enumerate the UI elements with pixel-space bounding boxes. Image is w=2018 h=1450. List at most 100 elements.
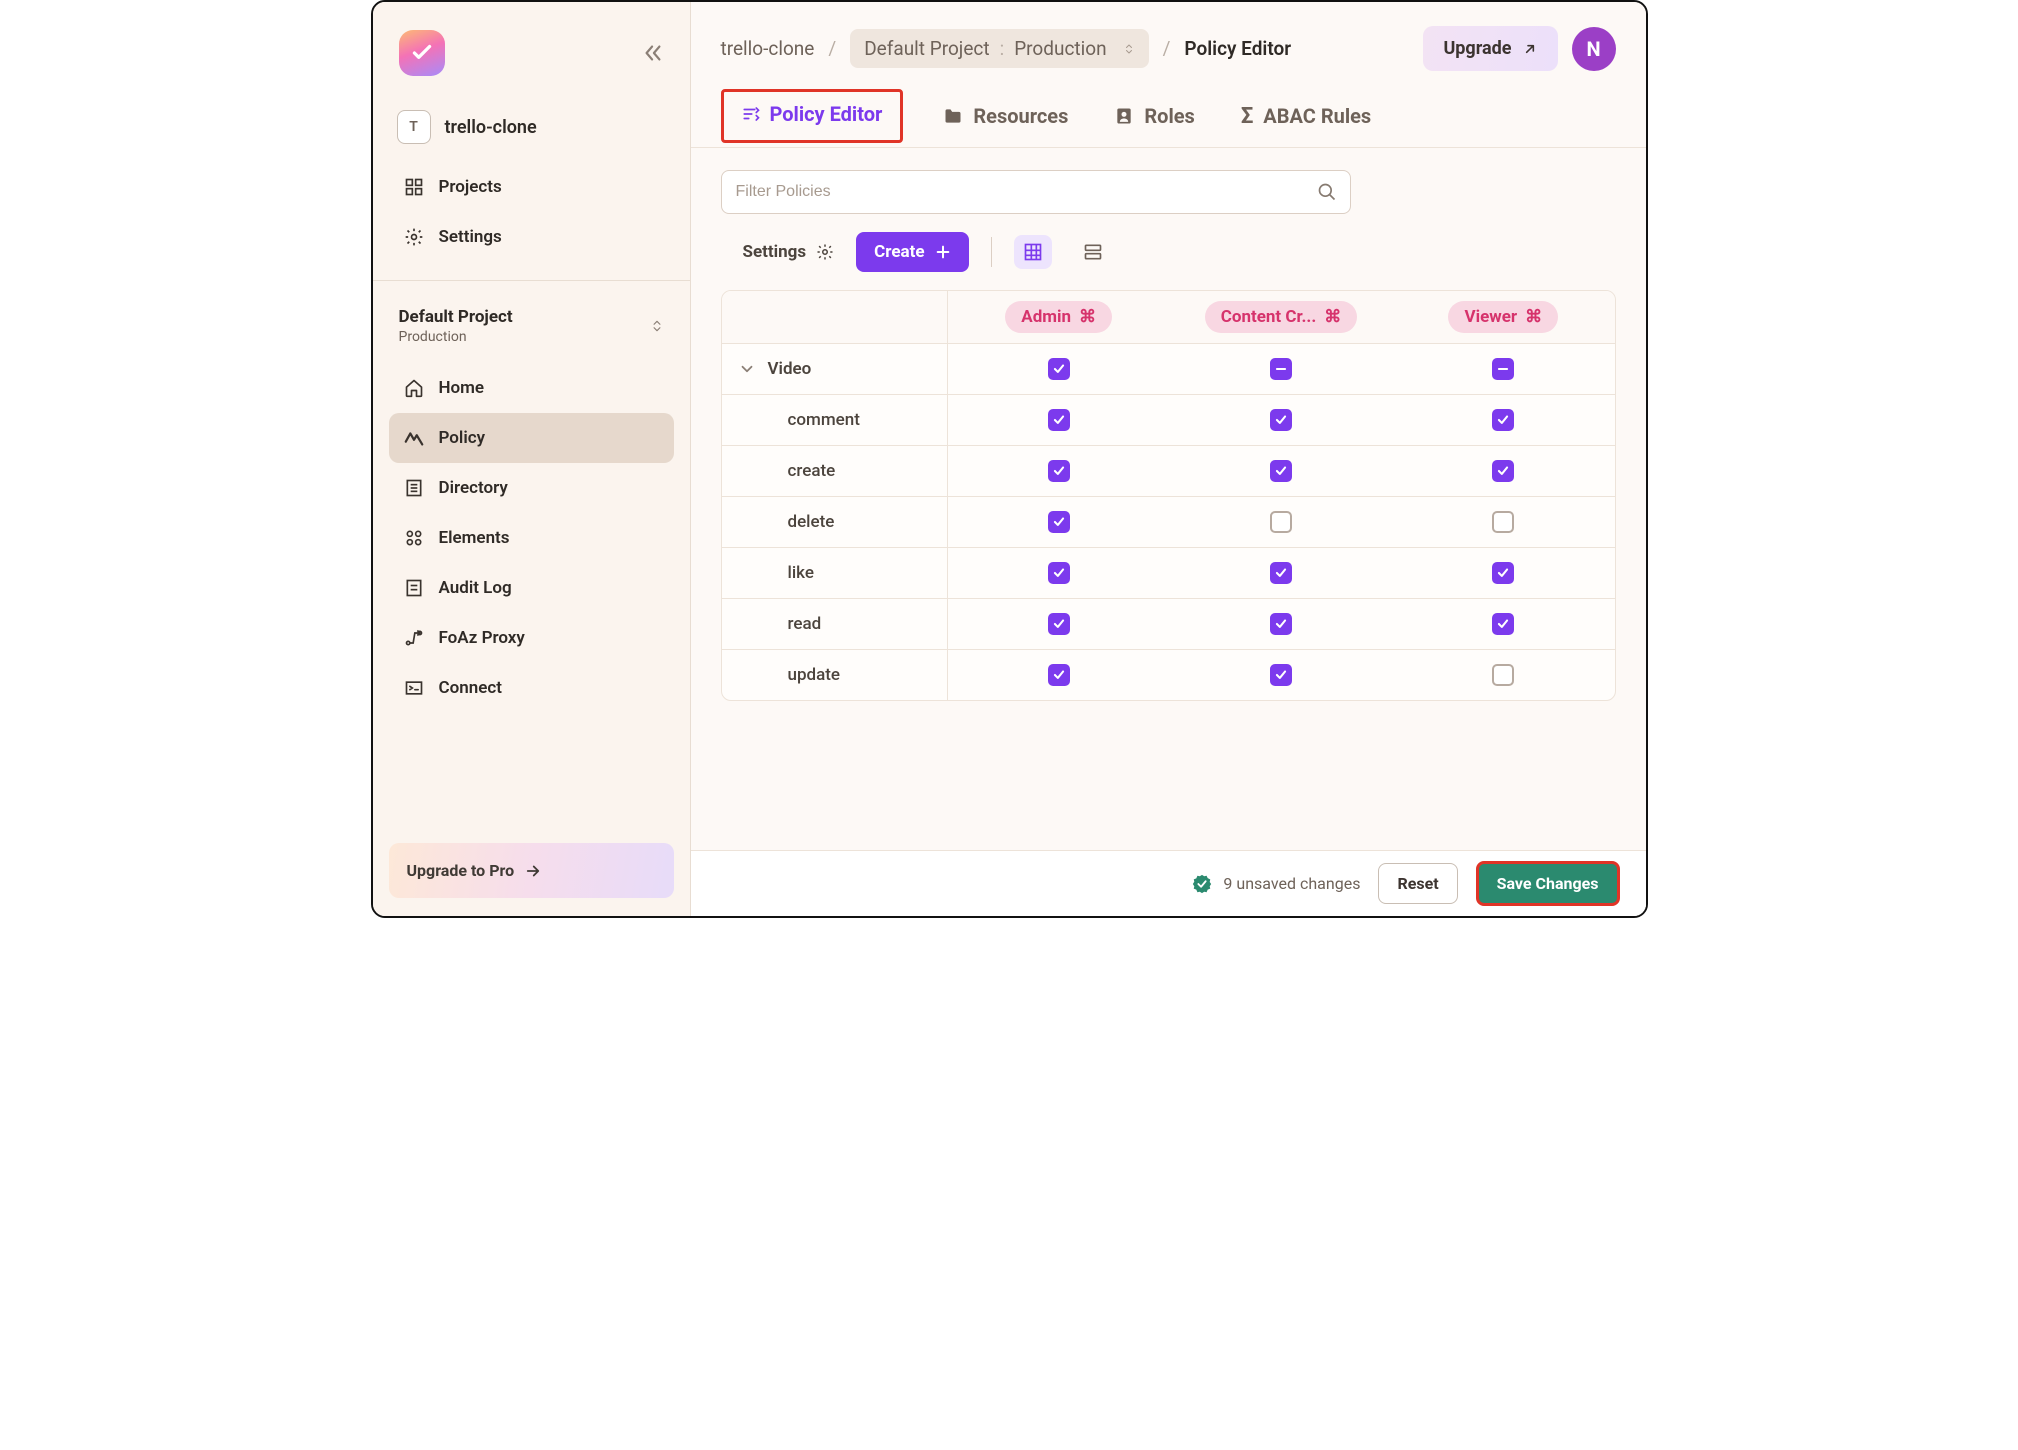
view-list-button[interactable] (1074, 235, 1112, 269)
roles-icon (1114, 106, 1134, 126)
role-label: Admin (1021, 307, 1071, 327)
nav-projects[interactable]: Projects (389, 162, 674, 212)
action-row: delete (722, 496, 1615, 547)
nav-foaz-proxy[interactable]: FoAz Proxy (389, 613, 674, 663)
checkbox[interactable] (1048, 613, 1070, 635)
nav-label: Policy (439, 428, 486, 448)
checkbox[interactable] (1492, 613, 1514, 635)
sigma-icon: Σ (1241, 104, 1253, 129)
checkbox[interactable] (1270, 511, 1292, 533)
tab-policy-editor[interactable]: Policy Editor (721, 89, 904, 143)
breadcrumb-project-selector[interactable]: Default Project : Production (850, 29, 1148, 68)
upgrade-label: Upgrade to Pro (407, 861, 515, 880)
colon-sep: : (1000, 37, 1005, 60)
breadcrumb-workspace[interactable]: trello-clone (721, 37, 815, 60)
user-avatar[interactable]: N (1572, 27, 1616, 71)
upgrade-to-pro-card[interactable]: Upgrade to Pro (389, 843, 674, 898)
chevron-down-icon[interactable] (738, 360, 756, 378)
tab-label: Roles (1144, 104, 1194, 128)
action-name: like (788, 563, 814, 583)
unsaved-status: 9 unsaved changes (1191, 873, 1360, 895)
tab-label: ABAC Rules (1263, 104, 1371, 128)
settings-button[interactable]: Settings (743, 242, 835, 262)
checkbox[interactable] (1492, 562, 1514, 584)
filter-icon (742, 105, 760, 123)
filter-policies-input[interactable] (721, 170, 1351, 214)
main-content: trello-clone / Default Project : Product… (691, 2, 1646, 916)
connect-icon (403, 677, 425, 699)
nav-label: Home (439, 378, 485, 398)
role-label: Viewer (1464, 307, 1517, 327)
checkbox[interactable] (1492, 358, 1514, 380)
breadcrumb-env: Production (1014, 37, 1106, 60)
nav-label: Directory (439, 478, 508, 498)
nav-connect[interactable]: Connect (389, 663, 674, 713)
role-header-viewer[interactable]: Viewer ⌘ (1448, 301, 1558, 333)
checkbox[interactable] (1048, 562, 1070, 584)
breadcrumb-page: Policy Editor (1184, 37, 1291, 60)
checkbox[interactable] (1270, 562, 1292, 584)
checkbox[interactable] (1048, 460, 1070, 482)
checkbox[interactable] (1270, 613, 1292, 635)
checkbox[interactable] (1048, 664, 1070, 686)
view-grid-button[interactable] (1014, 235, 1052, 269)
save-changes-button[interactable]: Save Changes (1476, 861, 1620, 906)
checkbox[interactable] (1270, 460, 1292, 482)
checkbox[interactable] (1492, 409, 1514, 431)
nav-label: Audit Log (439, 578, 512, 598)
checkbox[interactable] (1492, 460, 1514, 482)
verified-icon (1191, 873, 1213, 895)
plus-icon (935, 244, 951, 260)
sidebar: T trello-clone Projects Settings (373, 2, 691, 916)
gear-icon (816, 243, 834, 261)
nav-policy[interactable]: Policy (389, 413, 674, 463)
nav-settings[interactable]: Settings (389, 212, 674, 262)
gear-icon (403, 226, 425, 248)
nav-label: FoAz Proxy (439, 628, 525, 648)
action-row: like (722, 547, 1615, 598)
checkbox[interactable] (1270, 664, 1292, 686)
upgrade-button[interactable]: Upgrade (1423, 26, 1557, 71)
policy-icon (403, 427, 425, 449)
nav-home[interactable]: Home (389, 363, 674, 413)
topbar: trello-clone / Default Project : Product… (691, 2, 1646, 89)
checkbox[interactable] (1048, 358, 1070, 380)
action-row: create (722, 445, 1615, 496)
reset-button[interactable]: Reset (1378, 863, 1457, 904)
folder-icon (943, 106, 963, 126)
checkbox[interactable] (1270, 358, 1292, 380)
chevron-updown-icon (1123, 41, 1135, 57)
workspace-name: trello-clone (445, 117, 537, 138)
checkbox[interactable] (1492, 511, 1514, 533)
policy-table: Admin ⌘ Content Cr... ⌘ (721, 290, 1616, 701)
resource-row: Video (722, 343, 1615, 394)
workspace-selector[interactable]: T trello-clone (397, 110, 537, 144)
home-icon (403, 377, 425, 399)
checkbox[interactable] (1048, 409, 1070, 431)
project-selector[interactable]: Default Project Production (389, 299, 674, 349)
proxy-icon (403, 627, 425, 649)
collapse-sidebar-button[interactable] (642, 42, 664, 64)
arrow-right-icon (524, 862, 542, 880)
nav-audit-log[interactable]: Audit Log (389, 563, 674, 613)
workspace-chip: T (397, 110, 431, 144)
nav-label: Settings (439, 227, 502, 247)
project-name: Default Project (399, 307, 513, 327)
role-header-content-creator[interactable]: Content Cr... ⌘ (1205, 301, 1358, 333)
breadcrumb-project: Default Project (864, 37, 989, 60)
elements-icon (403, 527, 425, 549)
create-button[interactable]: Create (856, 232, 968, 272)
nav-directory[interactable]: Directory (389, 463, 674, 513)
nav-elements[interactable]: Elements (389, 513, 674, 563)
checkbox[interactable] (1048, 511, 1070, 533)
checkbox[interactable] (1270, 409, 1292, 431)
role-header-admin[interactable]: Admin ⌘ (1005, 301, 1112, 333)
tab-abac-rules[interactable]: Σ ABAC Rules (1235, 90, 1377, 147)
tab-roles[interactable]: Roles (1108, 90, 1200, 146)
tab-resources[interactable]: Resources (937, 90, 1074, 146)
filter-policies-input-wrapper (721, 170, 1351, 214)
directory-icon (403, 477, 425, 499)
checkbox[interactable] (1492, 664, 1514, 686)
command-icon: ⌘ (1525, 307, 1542, 327)
settings-label: Settings (743, 242, 807, 262)
